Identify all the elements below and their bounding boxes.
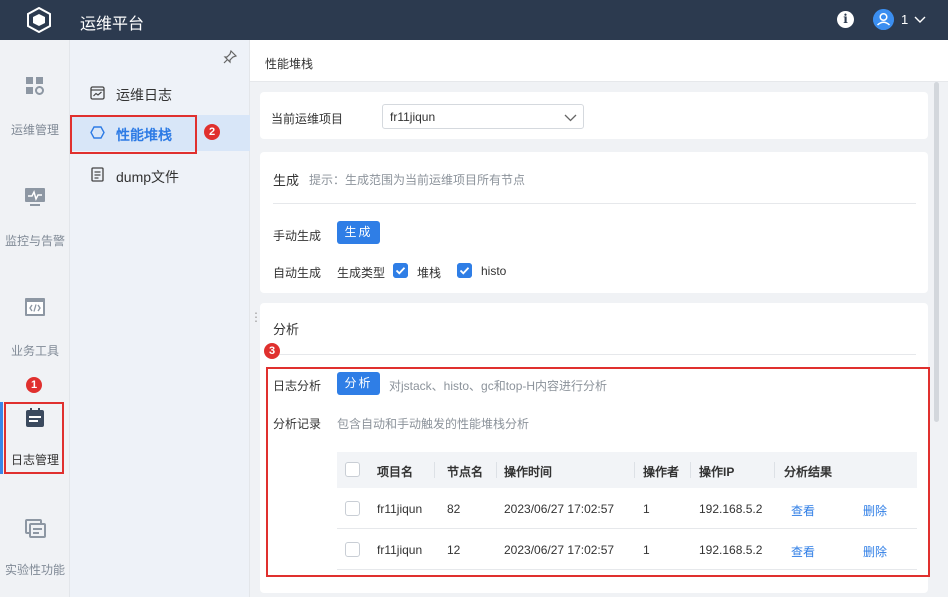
auto-generate-label: 自动生成 bbox=[273, 266, 322, 280]
generate-type-label: 生成类型 bbox=[337, 266, 386, 280]
view-link[interactable]: 查看 bbox=[791, 502, 815, 519]
rail-item-monitor[interactable]: 监控与告警 bbox=[0, 186, 70, 262]
cell-project: fr11jiqun bbox=[377, 543, 423, 557]
column-header: 分析结果 bbox=[784, 465, 833, 479]
analyze-button[interactable]: 分析 bbox=[337, 372, 380, 395]
chevron-down-icon[interactable] bbox=[914, 13, 926, 25]
subnav-label: 运维日志 bbox=[116, 87, 172, 103]
rail-item-experimental[interactable]: 实验性功能 bbox=[0, 517, 70, 593]
analyze-title: 分析 bbox=[273, 322, 300, 337]
scrollbar[interactable] bbox=[934, 82, 939, 422]
code-icon bbox=[25, 298, 45, 316]
column-header: 操作时间 bbox=[504, 465, 553, 479]
rail-label: 实验性功能 bbox=[4, 563, 65, 577]
rail-item-tools[interactable]: 业务工具 bbox=[0, 296, 70, 372]
project-card bbox=[260, 92, 928, 139]
view-link[interactable]: 查看 bbox=[791, 543, 815, 560]
divider bbox=[273, 354, 916, 355]
rail-label: 日志管理 bbox=[10, 453, 59, 467]
user-avatar-icon[interactable] bbox=[873, 9, 894, 30]
stack-option-label: 堆栈 bbox=[417, 266, 442, 280]
cell-node: 12 bbox=[447, 543, 461, 557]
logo-cube-icon bbox=[27, 7, 51, 33]
select-all-checkbox[interactable] bbox=[345, 462, 360, 477]
annotation-badge: 3 bbox=[264, 343, 280, 359]
log-analysis-label: 日志分析 bbox=[273, 379, 322, 393]
subnav-item-perf-stack[interactable]: 性能堆栈 bbox=[70, 115, 250, 151]
row-checkbox[interactable] bbox=[345, 542, 360, 557]
row-checkbox[interactable] bbox=[345, 501, 360, 516]
info-icon[interactable]: i bbox=[837, 11, 854, 28]
column-header: 项目名 bbox=[377, 465, 414, 479]
secondary-sidebar: 运维日志 性能堆栈 dump文件 bbox=[70, 40, 250, 597]
annotation-badge: 1 bbox=[26, 377, 42, 393]
cell-operator: 1 bbox=[643, 543, 650, 557]
rail-item-ops[interactable]: 运维管理 bbox=[0, 75, 70, 151]
grid-icon bbox=[26, 77, 44, 95]
cell-time: 2023/06/27 17:02:57 bbox=[504, 543, 615, 557]
cell-operator: 1 bbox=[643, 502, 650, 516]
delete-link[interactable]: 删除 bbox=[863, 543, 887, 560]
project-label: 当前运维项目 bbox=[271, 112, 344, 126]
delete-link[interactable]: 删除 bbox=[863, 502, 887, 519]
rail-label: 业务工具 bbox=[10, 344, 59, 358]
project-select-value: fr11jiqun bbox=[390, 110, 436, 124]
column-header: 操作者 bbox=[643, 465, 680, 479]
subnav-label: 性能堆栈 bbox=[116, 127, 172, 143]
cell-ip: 192.168.5.2 bbox=[699, 502, 763, 516]
stack-checkbox[interactable] bbox=[393, 263, 408, 278]
experiment-icon bbox=[25, 519, 46, 538]
breadcrumb: 性能堆栈 bbox=[250, 40, 948, 82]
monitor-icon bbox=[25, 188, 45, 206]
column-header: 操作IP bbox=[699, 465, 735, 479]
column-separator bbox=[774, 462, 775, 478]
generate-button[interactable]: 生成 bbox=[337, 221, 380, 244]
left-rail: 运维管理 监控与告警 业务工具 日志管理 实验性功能 bbox=[0, 40, 70, 597]
log-icon bbox=[26, 408, 44, 427]
main-content: 性能堆栈 ⋮⋮ 当前运维项目 fr11jiqun 生成 提示：生成范围为当前运维… bbox=[250, 40, 948, 597]
histo-checkbox[interactable] bbox=[457, 263, 472, 278]
pin-icon[interactable] bbox=[223, 50, 237, 64]
active-indicator bbox=[0, 402, 3, 474]
app-title: 运维平台 bbox=[80, 16, 145, 33]
manual-generate-label: 手动生成 bbox=[273, 229, 322, 243]
cell-time: 2023/06/27 17:02:57 bbox=[504, 502, 615, 516]
column-separator bbox=[690, 462, 691, 478]
cell-ip: 192.168.5.2 bbox=[699, 543, 763, 557]
subnav-label: dump文件 bbox=[116, 169, 180, 185]
histo-option-label: histo bbox=[481, 264, 507, 278]
table-row: fr11jiqun 12 2023/06/27 17:02:57 1 192.1… bbox=[337, 529, 917, 570]
calendar-chart-icon bbox=[90, 86, 105, 100]
document-icon bbox=[91, 167, 104, 182]
cell-node: 82 bbox=[447, 502, 461, 516]
subnav-item-dump[interactable]: dump文件 bbox=[70, 157, 250, 193]
rail-label: 运维管理 bbox=[10, 123, 59, 137]
user-name[interactable]: 1 bbox=[901, 12, 908, 27]
rail-label: 监控与告警 bbox=[4, 234, 65, 248]
table-header: 项目名 节点名 操作时间 操作者 操作IP 分析结果 bbox=[337, 452, 917, 488]
divider bbox=[273, 203, 916, 204]
column-separator bbox=[496, 462, 497, 478]
page-title: 性能堆栈 bbox=[265, 57, 314, 71]
drag-handle-icon[interactable]: ⋮⋮ bbox=[250, 310, 274, 330]
table-row: fr11jiqun 82 2023/06/27 17:02:57 1 192.1… bbox=[337, 488, 917, 529]
project-select[interactable]: fr11jiqun bbox=[382, 104, 584, 129]
rail-item-logs[interactable]: 日志管理 bbox=[0, 407, 70, 483]
generate-title: 生成 bbox=[273, 173, 300, 188]
analysis-record-hint: 包含自动和手动触发的性能堆栈分析 bbox=[337, 417, 530, 431]
annotation-badge: 2 bbox=[204, 124, 220, 140]
analysis-record-label: 分析记录 bbox=[273, 417, 322, 431]
subnav-item-ops-log[interactable]: 运维日志 bbox=[70, 75, 250, 111]
chevron-down-icon bbox=[564, 114, 577, 122]
generate-hint: 提示：生成范围为当前运维项目所有节点 bbox=[309, 173, 526, 187]
top-bar: 运维平台 i 1 bbox=[0, 0, 948, 40]
log-analysis-hint: 对jstack、histo、gc和top-H内容进行分析 bbox=[389, 379, 608, 393]
column-separator bbox=[634, 462, 635, 478]
hexagon-icon bbox=[90, 126, 105, 139]
column-header: 节点名 bbox=[447, 465, 484, 479]
cell-project: fr11jiqun bbox=[377, 502, 423, 516]
column-separator bbox=[434, 462, 435, 478]
